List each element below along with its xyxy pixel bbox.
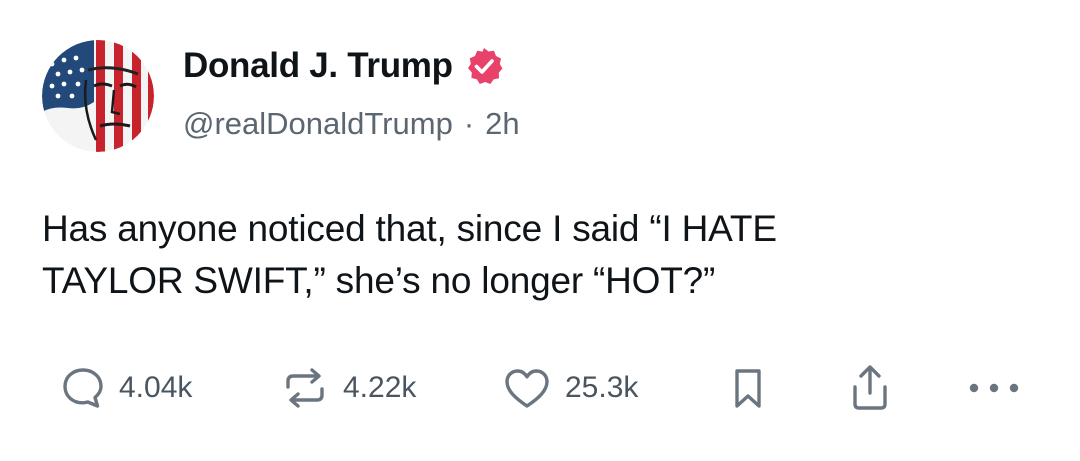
post-timestamp[interactable]: 2h (485, 106, 519, 142)
like-button[interactable]: 25.3k (502, 363, 638, 413)
name-row: Donald J. Trump (183, 44, 520, 88)
share-icon (847, 363, 893, 413)
avatar-image (42, 40, 154, 152)
post-body: Has anyone noticed that, since I said “I… (42, 203, 1042, 307)
reply-icon (60, 365, 106, 411)
share-button[interactable] (847, 363, 893, 413)
post-card: Donald J. Trump @realDonaldTrump · 2h Ha… (0, 0, 1080, 461)
more-icon (966, 378, 1022, 398)
heart-icon (502, 365, 552, 411)
reply-count: 4.04k (119, 371, 193, 404)
avatar[interactable] (42, 40, 154, 152)
repost-button[interactable]: 4.22k (280, 363, 416, 413)
author-display-name[interactable]: Donald J. Trump (183, 46, 453, 86)
action-bar: 4.04k 4.22k 25.3k (0, 363, 1080, 413)
repost-icon (280, 365, 330, 411)
like-count: 25.3k (565, 371, 639, 404)
repost-count: 4.22k (343, 371, 417, 404)
post-text-line: TAYLOR SWIFT,” she’s no longer “HOT?” (42, 260, 716, 301)
bookmark-icon (728, 365, 768, 411)
verified-badge-icon (464, 46, 504, 86)
bookmark-button[interactable] (728, 363, 768, 413)
reply-button[interactable]: 4.04k (60, 363, 192, 413)
author-handle[interactable]: @realDonaldTrump (183, 106, 453, 142)
meta-row: @realDonaldTrump · 2h (183, 106, 520, 142)
meta-separator: · (463, 106, 475, 141)
post-text-line: Has anyone noticed that, since I said “I… (42, 208, 777, 249)
post-header: Donald J. Trump @realDonaldTrump · 2h (183, 44, 520, 142)
more-options-button[interactable] (966, 363, 1022, 413)
